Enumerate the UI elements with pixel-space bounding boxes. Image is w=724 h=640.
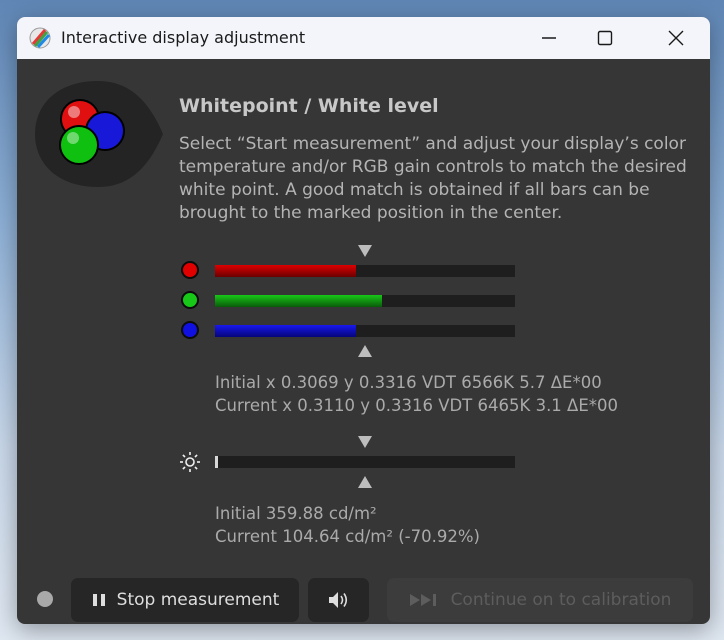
minimize-button[interactable] [526,17,572,59]
red-channel-dot [181,261,199,279]
stop-measurement-label: Stop measurement [116,590,280,610]
brightness-icon [180,452,200,472]
section-heading: Whitepoint / White level [179,95,439,117]
close-button[interactable] [653,17,699,59]
app-window: Interactive display adjustment Whitepoin… [17,17,710,624]
blue-channel-dot [181,321,199,339]
skip-forward-icon [409,594,436,606]
blue-channel-bar [215,325,515,337]
app-icon [29,27,51,49]
green-channel-fill [215,295,382,307]
luminance-bar [215,456,515,468]
sound-toggle-button[interactable] [308,578,369,622]
luminance-initial-readout: Initial 359.88 cd/m² [215,504,377,523]
green-channel-bar [215,295,515,307]
red-channel-bar [215,265,515,277]
red-channel-fill [215,265,356,277]
rgb-target-marker-top [358,245,372,257]
luminance-target-marker-top [358,436,372,448]
whitepoint-current-readout: Current x 0.3110 y 0.3316 VDT 6465K 3.1 … [215,396,619,415]
continue-calibration-label: Continue on to calibration [450,590,672,610]
whitepoint-initial-readout: Initial x 0.3069 y 0.3316 VDT 6566K 5.7 … [215,373,602,392]
speaker-icon [328,592,347,608]
minimize-icon [542,37,556,39]
instructions-text: Select “Start measurement” and adjust yo… [179,134,687,223]
stop-measurement-button[interactable]: Stop measurement [71,578,299,622]
rgb-logo-icon [35,81,163,187]
close-icon [668,30,684,46]
title-bar[interactable]: Interactive display adjustment [17,17,710,59]
rgb-target-marker-bottom [358,345,372,357]
luminance-fill [215,456,218,468]
luminance-current-readout: Current 104.64 cd/m² (-70.92%) [215,527,480,546]
green-channel-dot [181,291,199,309]
maximize-button[interactable] [582,17,628,59]
maximize-icon [597,30,613,46]
content-area: Whitepoint / White level Select “Start m… [17,59,710,624]
window-title: Interactive display adjustment [61,28,306,47]
pause-icon [92,594,105,606]
blue-channel-fill [215,325,356,337]
continue-calibration-button[interactable]: Continue on to calibration [387,578,693,622]
luminance-target-marker-bottom [358,476,372,488]
status-indicator [37,591,53,607]
